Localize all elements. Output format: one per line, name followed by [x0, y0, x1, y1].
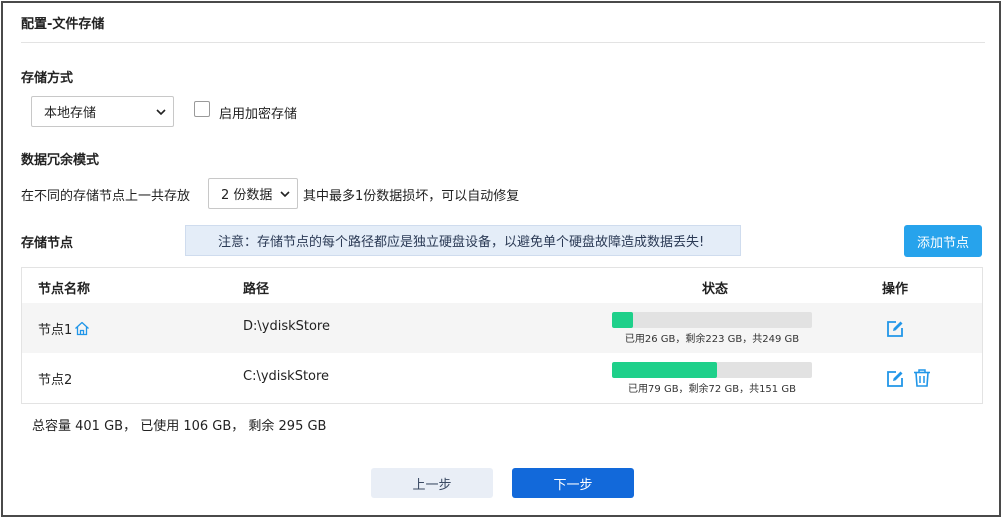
trash-icon[interactable] [912, 368, 932, 388]
encrypt-checkbox[interactable] [194, 101, 210, 117]
node-path: C:\ydiskStore [243, 369, 330, 384]
redundancy-suffix: 其中最多1份数据损坏，可以自动修复 [303, 189, 520, 204]
notice-text: 注意：存储节点的每个路径都应是独立硬盘设备，以避免单个硬盘故障造成数据丢失! [218, 235, 705, 250]
storage-mode-label: 存储方式 [21, 71, 74, 86]
edit-icon[interactable] [885, 319, 905, 339]
storage-mode-select-value: 本地存储 [44, 106, 97, 121]
usage-bar-fill [612, 312, 633, 328]
prev-step-button[interactable]: 上一步 [371, 468, 493, 498]
node-name: 节点1 [38, 319, 90, 340]
capacity-summary: 总容量 401 GB， 已使用 106 GB， 剩余 295 GB [32, 419, 327, 434]
column-header-actions: 操作 [882, 282, 909, 297]
usage-text: 已用79 GB，剩余72 GB，共151 GB [628, 384, 796, 395]
usage-bar [612, 362, 812, 378]
usage-text: 已用26 GB，剩余223 GB，共249 GB [624, 334, 800, 345]
redundancy-label: 数据冗余模式 [21, 153, 100, 168]
table-header: 节点名称 路径 状态 操作 [22, 268, 982, 303]
chevron-down-icon [155, 106, 167, 118]
page-title: 配置-文件存储 [21, 17, 105, 32]
table-row: 节点2 C:\ydiskStore 已用79 GB，剩余72 GB，共151 G… [22, 353, 982, 403]
redundancy-copies-select[interactable]: 2 份数据 [208, 178, 298, 209]
next-step-button[interactable]: 下一步 [512, 468, 634, 498]
nodes-table: 节点名称 路径 状态 操作 节点1 D:\ydiskStore 已用26 GB，… [21, 267, 983, 404]
storage-mode-select[interactable]: 本地存储 [31, 96, 174, 127]
title-divider [21, 42, 985, 43]
notice-banner: 注意：存储节点的每个路径都应是独立硬盘设备，以避免单个硬盘故障造成数据丢失! [185, 225, 741, 256]
chevron-down-icon [279, 188, 291, 200]
usage-bar [612, 312, 812, 328]
node-path: D:\ydiskStore [243, 319, 330, 334]
redundancy-copies-value: 2 份数据 [221, 188, 273, 203]
column-header-path: 路径 [243, 282, 270, 297]
edit-icon[interactable] [885, 369, 905, 389]
encrypt-checkbox-label[interactable]: 启用加密存储 [219, 103, 297, 122]
node-name-text: 节点1 [38, 323, 73, 338]
storage-nodes-label: 存储节点 [21, 236, 74, 251]
config-panel: 配置-文件存储 存储方式 本地存储 启用加密存储 数据冗余模式 在不同的存储节点… [1, 1, 1001, 517]
node-name: 节点2 [38, 373, 73, 388]
home-icon [74, 321, 90, 340]
column-header-status: 状态 [702, 282, 729, 297]
usage-bar-fill [612, 362, 717, 378]
add-node-button[interactable]: 添加节点 [904, 225, 982, 257]
table-row: 节点1 D:\ydiskStore 已用26 GB，剩余223 GB，共249 … [22, 303, 982, 353]
redundancy-prefix: 在不同的存储节点上一共存放 [21, 189, 191, 204]
column-header-name: 节点名称 [38, 282, 91, 297]
